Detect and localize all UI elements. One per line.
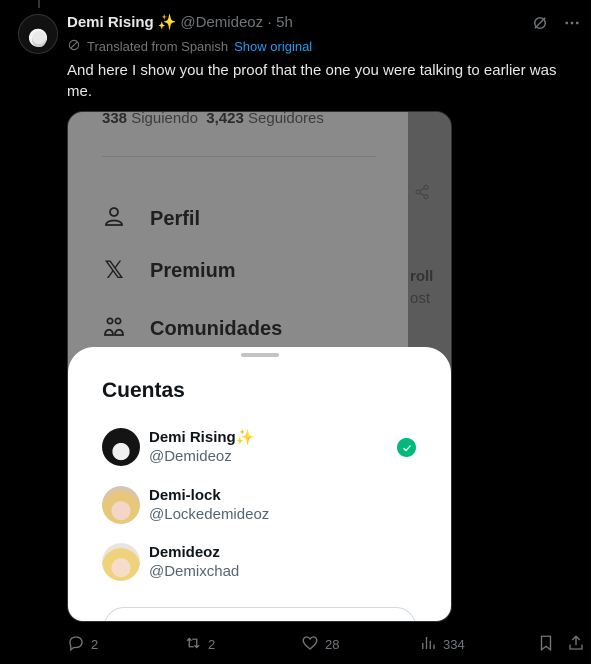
show-original-link[interactable]: Show original bbox=[234, 39, 312, 54]
account-avatar bbox=[102, 428, 140, 466]
communities-icon bbox=[102, 314, 126, 344]
drawer-divider bbox=[102, 156, 376, 157]
bookmark-button[interactable] bbox=[537, 634, 555, 655]
account-name: Demi Rising✨ bbox=[149, 429, 255, 446]
followers-label: Seguidores bbox=[248, 111, 324, 127]
repost-button[interactable]: 2 bbox=[184, 634, 215, 655]
share-icon bbox=[414, 184, 430, 200]
bookmark-icon bbox=[537, 634, 555, 655]
account-avatar bbox=[102, 543, 140, 581]
following-label: Siguiendo bbox=[131, 111, 198, 127]
account-row: Demi-lock @Lockedemideoz bbox=[102, 486, 269, 524]
menu-item-premium: 𝕏 Premium bbox=[102, 257, 236, 284]
account-name: Demideoz bbox=[149, 544, 220, 561]
separator-dot: · bbox=[267, 13, 273, 31]
account-name: Demi-lock bbox=[149, 487, 221, 504]
account-handle: @Demixchad bbox=[149, 563, 240, 580]
post-actions: 2 2 28 334 bbox=[67, 634, 585, 658]
translation-notice: Translated from Spanish Show original bbox=[67, 38, 312, 55]
sparkle-emoji: ✨ bbox=[157, 14, 177, 31]
following-count: 338 bbox=[102, 111, 128, 127]
like-count: 28 bbox=[325, 637, 340, 652]
sheet-action-button bbox=[104, 607, 416, 621]
post-top-icons bbox=[531, 14, 581, 37]
view-count: 334 bbox=[443, 637, 465, 652]
reply-count: 2 bbox=[91, 637, 99, 652]
post-media-image[interactable]: 338 Siguiendo 3,423 Seguidores Perfil 𝕏 … bbox=[67, 111, 452, 622]
menu-label: Premium bbox=[150, 259, 236, 282]
follow-stats: 338 Siguiendo 3,423 Seguidores bbox=[102, 111, 324, 127]
sheet-drag-handle bbox=[241, 353, 279, 357]
like-button[interactable]: 28 bbox=[301, 634, 339, 655]
author-handle[interactable]: @Demideoz bbox=[180, 14, 263, 31]
post-text: And here I show you the proof that the o… bbox=[67, 62, 557, 100]
background-text-2: ost bbox=[410, 290, 431, 307]
post-header: Demi Rising ✨ @Demideoz · 5h bbox=[67, 13, 293, 32]
x-logo-icon: 𝕏 bbox=[104, 257, 124, 284]
post-time[interactable]: 5h bbox=[276, 14, 293, 31]
thread-connector-line bbox=[38, 0, 40, 8]
reply-button[interactable]: 2 bbox=[67, 634, 98, 655]
views-bar-chart-icon bbox=[419, 634, 437, 655]
menu-item-perfil: Perfil bbox=[102, 204, 200, 234]
menu-label: Comunidades bbox=[150, 317, 283, 340]
menu-item-comunidades: Comunidades bbox=[102, 314, 282, 344]
account-avatar bbox=[102, 486, 140, 524]
translated-label: Translated from Spanish bbox=[87, 39, 229, 54]
repost-count: 2 bbox=[208, 637, 216, 652]
background-text-1: roll bbox=[410, 268, 434, 285]
account-row: Demi Rising✨ @Demideoz bbox=[102, 428, 254, 466]
author-avatar[interactable] bbox=[18, 14, 58, 54]
repost-icon bbox=[184, 634, 202, 655]
reply-icon bbox=[67, 634, 85, 655]
followers-count: 3,423 bbox=[206, 111, 244, 127]
accounts-bottom-sheet: Cuentas Demi Rising✨ @Demideoz Demi-lock… bbox=[68, 347, 451, 621]
account-handle: @Demideoz bbox=[149, 448, 232, 465]
author-display-name[interactable]: Demi Rising bbox=[67, 14, 154, 31]
account-handle: @Lockedemideoz bbox=[149, 506, 270, 523]
share-button[interactable] bbox=[567, 634, 585, 655]
grok-icon[interactable] bbox=[531, 14, 549, 37]
account-row: Demideoz @Demixchad bbox=[102, 543, 239, 581]
more-options-icon[interactable] bbox=[563, 14, 581, 37]
heart-icon bbox=[301, 634, 319, 655]
share-upload-icon bbox=[567, 634, 585, 655]
active-account-check-icon bbox=[397, 438, 416, 457]
sheet-title: Cuentas bbox=[102, 379, 185, 402]
menu-label: Perfil bbox=[150, 207, 201, 230]
views-button[interactable]: 334 bbox=[419, 634, 465, 655]
person-icon bbox=[102, 204, 126, 234]
translate-icon bbox=[67, 38, 81, 55]
